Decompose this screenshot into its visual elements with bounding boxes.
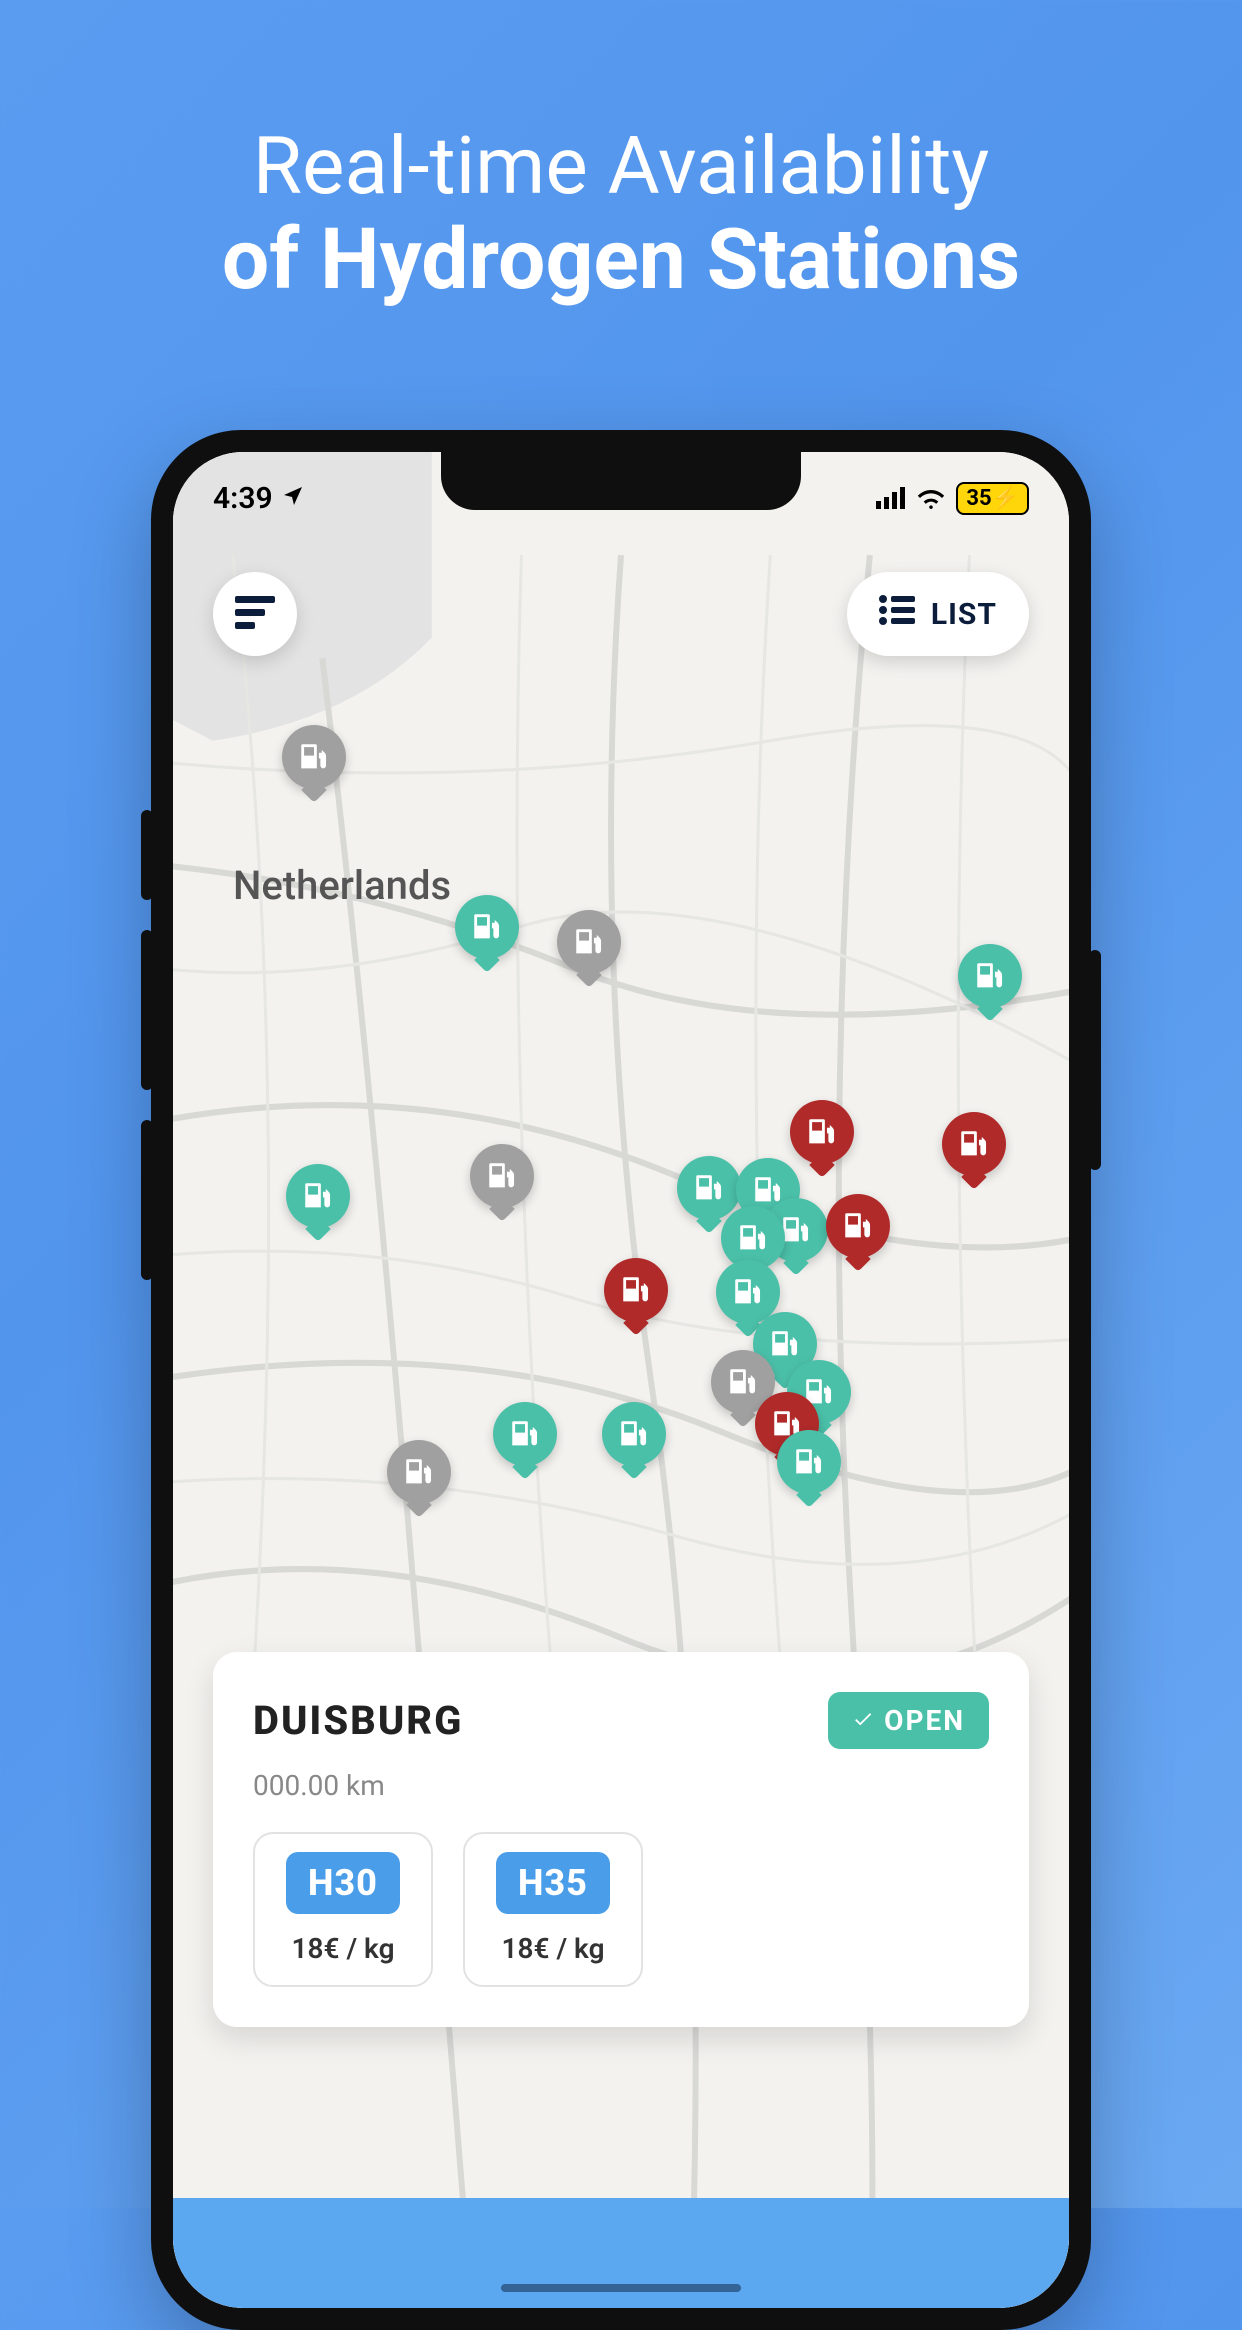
station-pin[interactable]: [455, 895, 519, 959]
fuel-pump-icon: [619, 1273, 653, 1307]
fuel-pump-icon: [768, 1327, 802, 1361]
fuel-pump-icon: [301, 1179, 335, 1213]
station-pin[interactable]: [777, 1430, 841, 1494]
station-pin[interactable]: [470, 1144, 534, 1208]
list-button-label: LIST: [931, 597, 997, 632]
fuel-pump-icon: [692, 1171, 726, 1205]
promo-line2: of Hydrogen Stations: [0, 212, 1242, 309]
fuel-pump-icon: [297, 740, 331, 774]
phone-mute-switch: [141, 810, 153, 900]
fuel-pump-icon: [485, 1159, 519, 1193]
fuel-option[interactable]: H30 18€ / kg: [253, 1832, 433, 1987]
fuel-pump-icon: [736, 1221, 770, 1255]
bottom-bar: [173, 2198, 1069, 2308]
station-card[interactable]: DUISBURG OPEN 000.00 km H30 18€ / kg H35 18…: [213, 1652, 1029, 2027]
status-badge-label: OPEN: [884, 1704, 965, 1737]
fuel-type-chip: H30: [286, 1852, 400, 1914]
station-pin[interactable]: [604, 1258, 668, 1322]
phone-notch: [441, 452, 801, 510]
fuel-price: 18€ / kg: [502, 1932, 605, 1965]
fuel-pump-icon: [731, 1275, 765, 1309]
fuel-pump-icon: [402, 1455, 436, 1489]
signal-icon: [876, 487, 906, 509]
fuel-pump-icon: [572, 925, 606, 959]
fuel-price: 18€ / kg: [292, 1932, 395, 1965]
phone-frame: 4:39 35⚡: [151, 430, 1091, 2330]
station-pin[interactable]: [826, 1194, 890, 1258]
station-pin[interactable]: [493, 1402, 557, 1466]
phone-power-button: [1089, 950, 1101, 1170]
station-pin[interactable]: [942, 1112, 1006, 1176]
status-badge: OPEN: [828, 1692, 989, 1749]
map-view[interactable]: Netherlands: [173, 452, 1069, 2308]
promo-title: Real-time Availability of Hydrogen Stati…: [0, 0, 1242, 309]
fuel-option[interactable]: H35 18€ / kg: [463, 1832, 643, 1987]
fuel-pump-icon: [617, 1417, 651, 1451]
station-pin[interactable]: [958, 944, 1022, 1008]
phone-volume-up: [141, 930, 153, 1090]
home-indicator: [501, 2284, 741, 2292]
promo-line1: Real-time Availability: [0, 120, 1242, 212]
station-pin[interactable]: [602, 1402, 666, 1466]
fuel-type-chip: H35: [496, 1852, 610, 1914]
menu-icon: [235, 594, 275, 634]
station-name: DUISBURG: [253, 1697, 463, 1744]
fuel-pump-icon: [470, 910, 504, 944]
station-pin[interactable]: [282, 725, 346, 789]
location-icon: [281, 481, 305, 516]
station-pin[interactable]: [677, 1156, 741, 1220]
station-pin[interactable]: [387, 1440, 451, 1504]
battery-level: 35: [966, 486, 991, 511]
fuel-pump-icon: [805, 1115, 839, 1149]
fuel-pump-icon: [973, 959, 1007, 993]
fuel-pump-icon: [957, 1127, 991, 1161]
map-region-label: Netherlands: [233, 862, 451, 909]
station-pin[interactable]: [557, 910, 621, 974]
station-distance: 000.00 km: [253, 1769, 989, 1802]
list-view-button[interactable]: LIST: [847, 572, 1029, 656]
check-icon: [852, 1704, 874, 1737]
list-icon: [879, 595, 915, 633]
fuel-pump-icon: [508, 1417, 542, 1451]
menu-button[interactable]: [213, 572, 297, 656]
battery-indicator: 35⚡: [956, 482, 1029, 515]
fuel-pump-icon: [726, 1365, 760, 1399]
wifi-icon: [916, 487, 946, 509]
fuel-pump-icon: [792, 1445, 826, 1479]
station-pin[interactable]: [790, 1100, 854, 1164]
screen: 4:39 35⚡: [173, 452, 1069, 2308]
fuel-pump-icon: [841, 1209, 875, 1243]
station-pin[interactable]: [286, 1164, 350, 1228]
phone-volume-down: [141, 1120, 153, 1280]
status-time: 4:39: [213, 481, 273, 516]
